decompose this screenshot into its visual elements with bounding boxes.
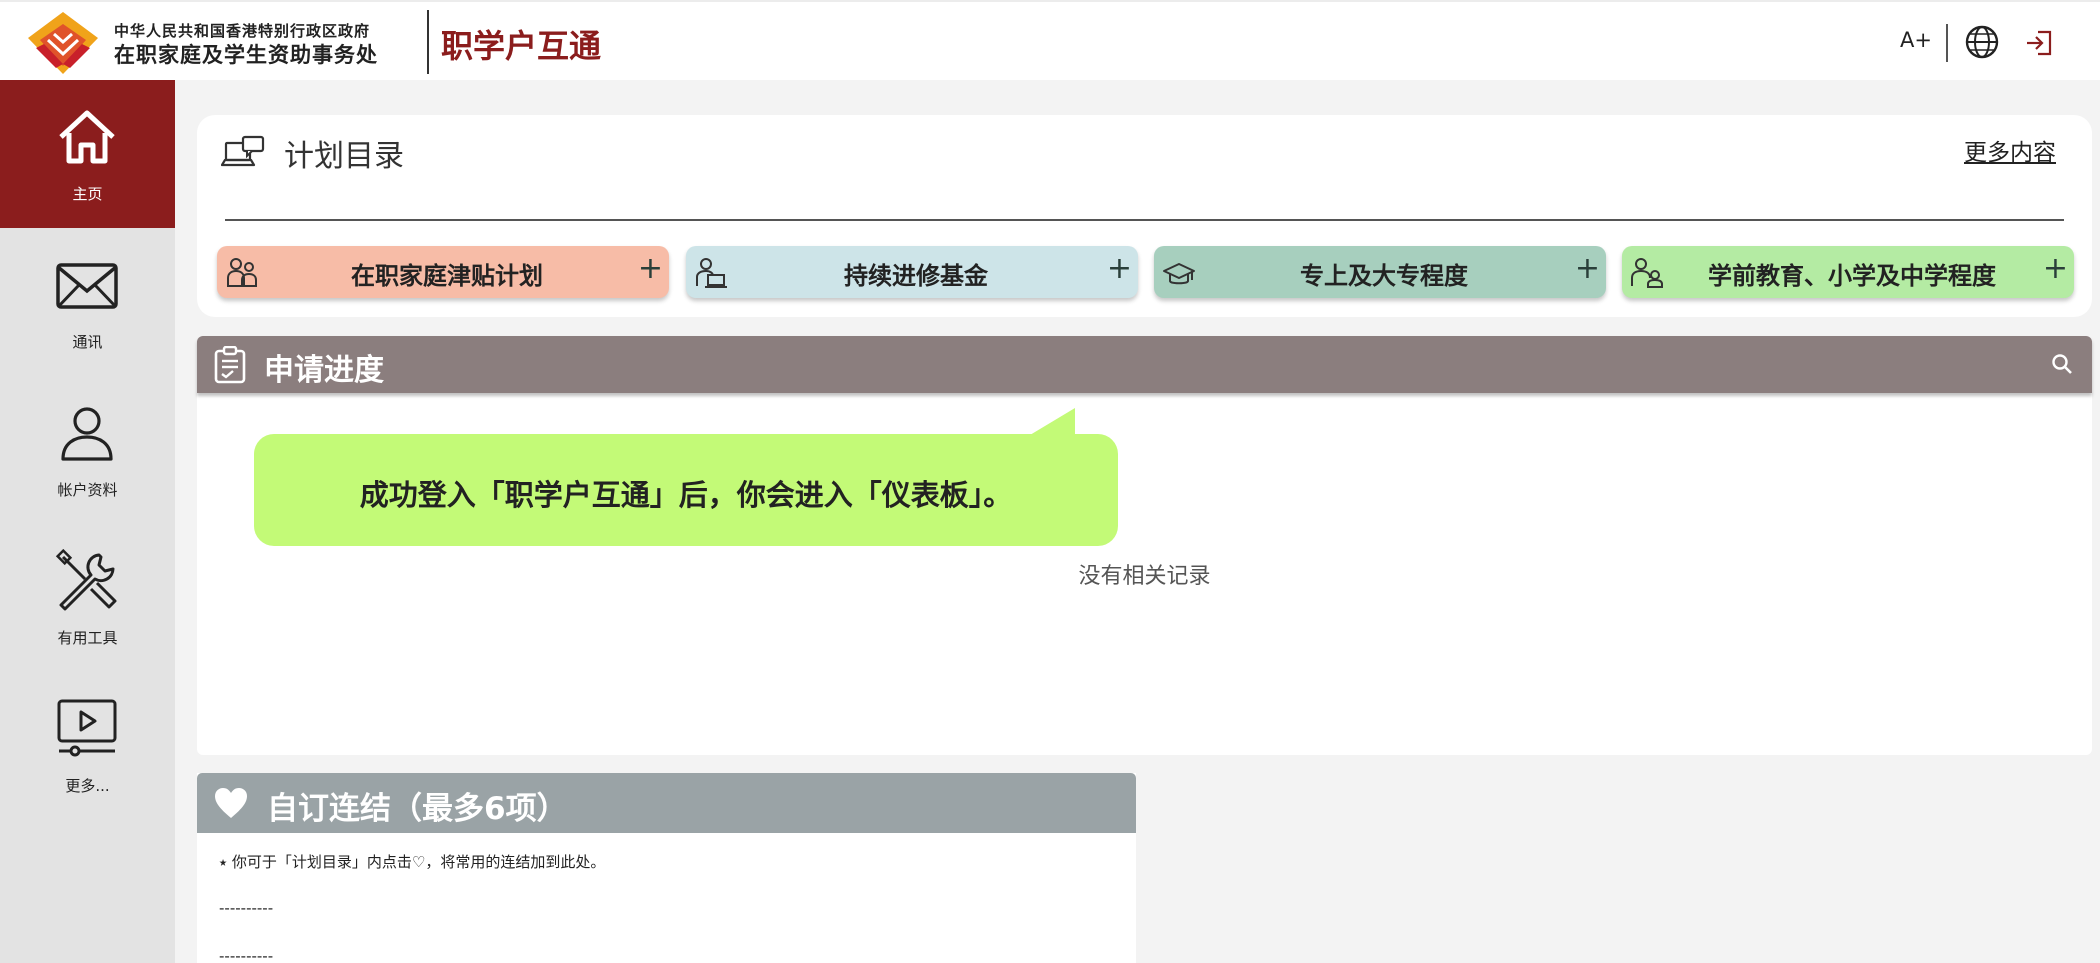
sidebar-item-more[interactable]: 更多... — [0, 672, 175, 820]
more-content-link[interactable]: 更多内容 — [1964, 133, 2056, 167]
expand-plus-icon[interactable]: + — [638, 251, 663, 286]
programme-button-school[interactable]: 学前教育、小学及中学程度 + — [1622, 246, 2074, 298]
programme-button-cef[interactable]: 持续进修基金 + — [686, 246, 1138, 298]
programme-button-wfa[interactable]: 在职家庭津贴计划 + — [217, 246, 669, 298]
user-icon — [61, 407, 113, 461]
custom-links-title: 自订连结（最多6项） — [267, 791, 568, 827]
guide-tooltip: 成功登入「职学户互通」后，你会进入「仪表板」。 — [254, 434, 1118, 546]
custom-link-slot[interactable]: ---------- — [219, 947, 273, 963]
sidebar-item-account[interactable]: 帐户资料 — [0, 376, 175, 524]
no-records-message: 没有相关记录 — [1078, 564, 1211, 589]
study-icon — [696, 258, 727, 288]
programme-button-tertiary[interactable]: 专上及大专程度 + — [1154, 246, 1606, 298]
sidebar-item-label: 有用工具 — [57, 629, 118, 647]
top-header: 中华人民共和国香港特别行政区政府 在职家庭及学生资助事务处 职学户互通 A+ — [0, 0, 2100, 80]
programme-catalogue-card: 计划目录 更多内容 在职家庭津贴计划 + 持续进修基金 + 专上及大专程度 + — [197, 115, 2092, 317]
language-globe-icon[interactable] — [1964, 24, 2000, 60]
tools-icon — [55, 549, 117, 611]
student-icon — [1631, 258, 1663, 288]
expand-plus-icon[interactable]: + — [1107, 251, 1132, 286]
graduation-cap-icon — [1163, 263, 1195, 285]
department-name-line1: 中华人民共和国香港特别行政区政府 — [114, 22, 371, 40]
custom-links-note: ⭑ 你可于「计划目录」内点击♡，将常用的连结加到此处。 — [219, 853, 606, 871]
heart-icon — [215, 788, 247, 818]
department-logo-icon[interactable] — [26, 10, 100, 76]
envelope-icon — [56, 263, 118, 309]
custom-links-panel: 自订连结（最多6项） ⭑ 你可于「计划目录」内点击♡，将常用的连结加到此处。 -… — [197, 773, 1136, 963]
logout-icon[interactable] — [2024, 28, 2054, 58]
custom-links-header: 自订连结（最多6项） — [197, 773, 1136, 833]
sidebar-item-label: 帐户资料 — [57, 481, 118, 499]
catalogue-divider — [225, 219, 2064, 221]
expand-plus-icon[interactable]: + — [1575, 251, 1600, 286]
application-progress-header: 申请进度 — [197, 336, 2092, 393]
custom-link-slot[interactable]: ---------- — [219, 899, 273, 917]
home-icon — [59, 110, 115, 164]
programme-label: 专上及大专程度 — [1300, 262, 1468, 290]
programme-label: 学前教育、小学及中学程度 — [1708, 262, 1996, 290]
sidebar-item-label: 主页 — [72, 185, 103, 203]
laptop-chat-icon — [221, 135, 265, 167]
clipboard-check-icon — [214, 346, 246, 384]
sidebar-item-home[interactable]: 主页 — [0, 80, 175, 228]
programme-label: 持续进修基金 — [844, 262, 988, 290]
header-divider — [427, 10, 429, 74]
department-name-line2: 在职家庭及学生资助事务处 — [114, 43, 378, 67]
sidebar-item-label: 更多... — [65, 777, 110, 795]
sidebar-item-label: 通讯 — [72, 333, 103, 351]
application-progress-title: 申请进度 — [264, 353, 384, 388]
sidebar-item-messages[interactable]: 通讯 — [0, 228, 175, 376]
portal-brand-title: 职学户互通 — [441, 27, 602, 65]
video-icon — [57, 699, 117, 757]
search-icon[interactable] — [2050, 352, 2074, 376]
sidebar-item-tools[interactable]: 有用工具 — [0, 524, 175, 672]
sidebar-nav: 主页 通讯 帐户资料 有用工具 更多... — [0, 80, 175, 963]
font-size-button[interactable]: A+ — [1900, 28, 1932, 52]
catalogue-title: 计划目录 — [284, 139, 404, 174]
guide-tooltip-text: 成功登入「职学户互通」后，你会进入「仪表板」。 — [359, 478, 1013, 512]
expand-plus-icon[interactable]: + — [2043, 251, 2068, 286]
header-separator — [1946, 24, 1948, 62]
family-icon — [227, 258, 257, 287]
programme-label: 在职家庭津贴计划 — [351, 262, 543, 290]
